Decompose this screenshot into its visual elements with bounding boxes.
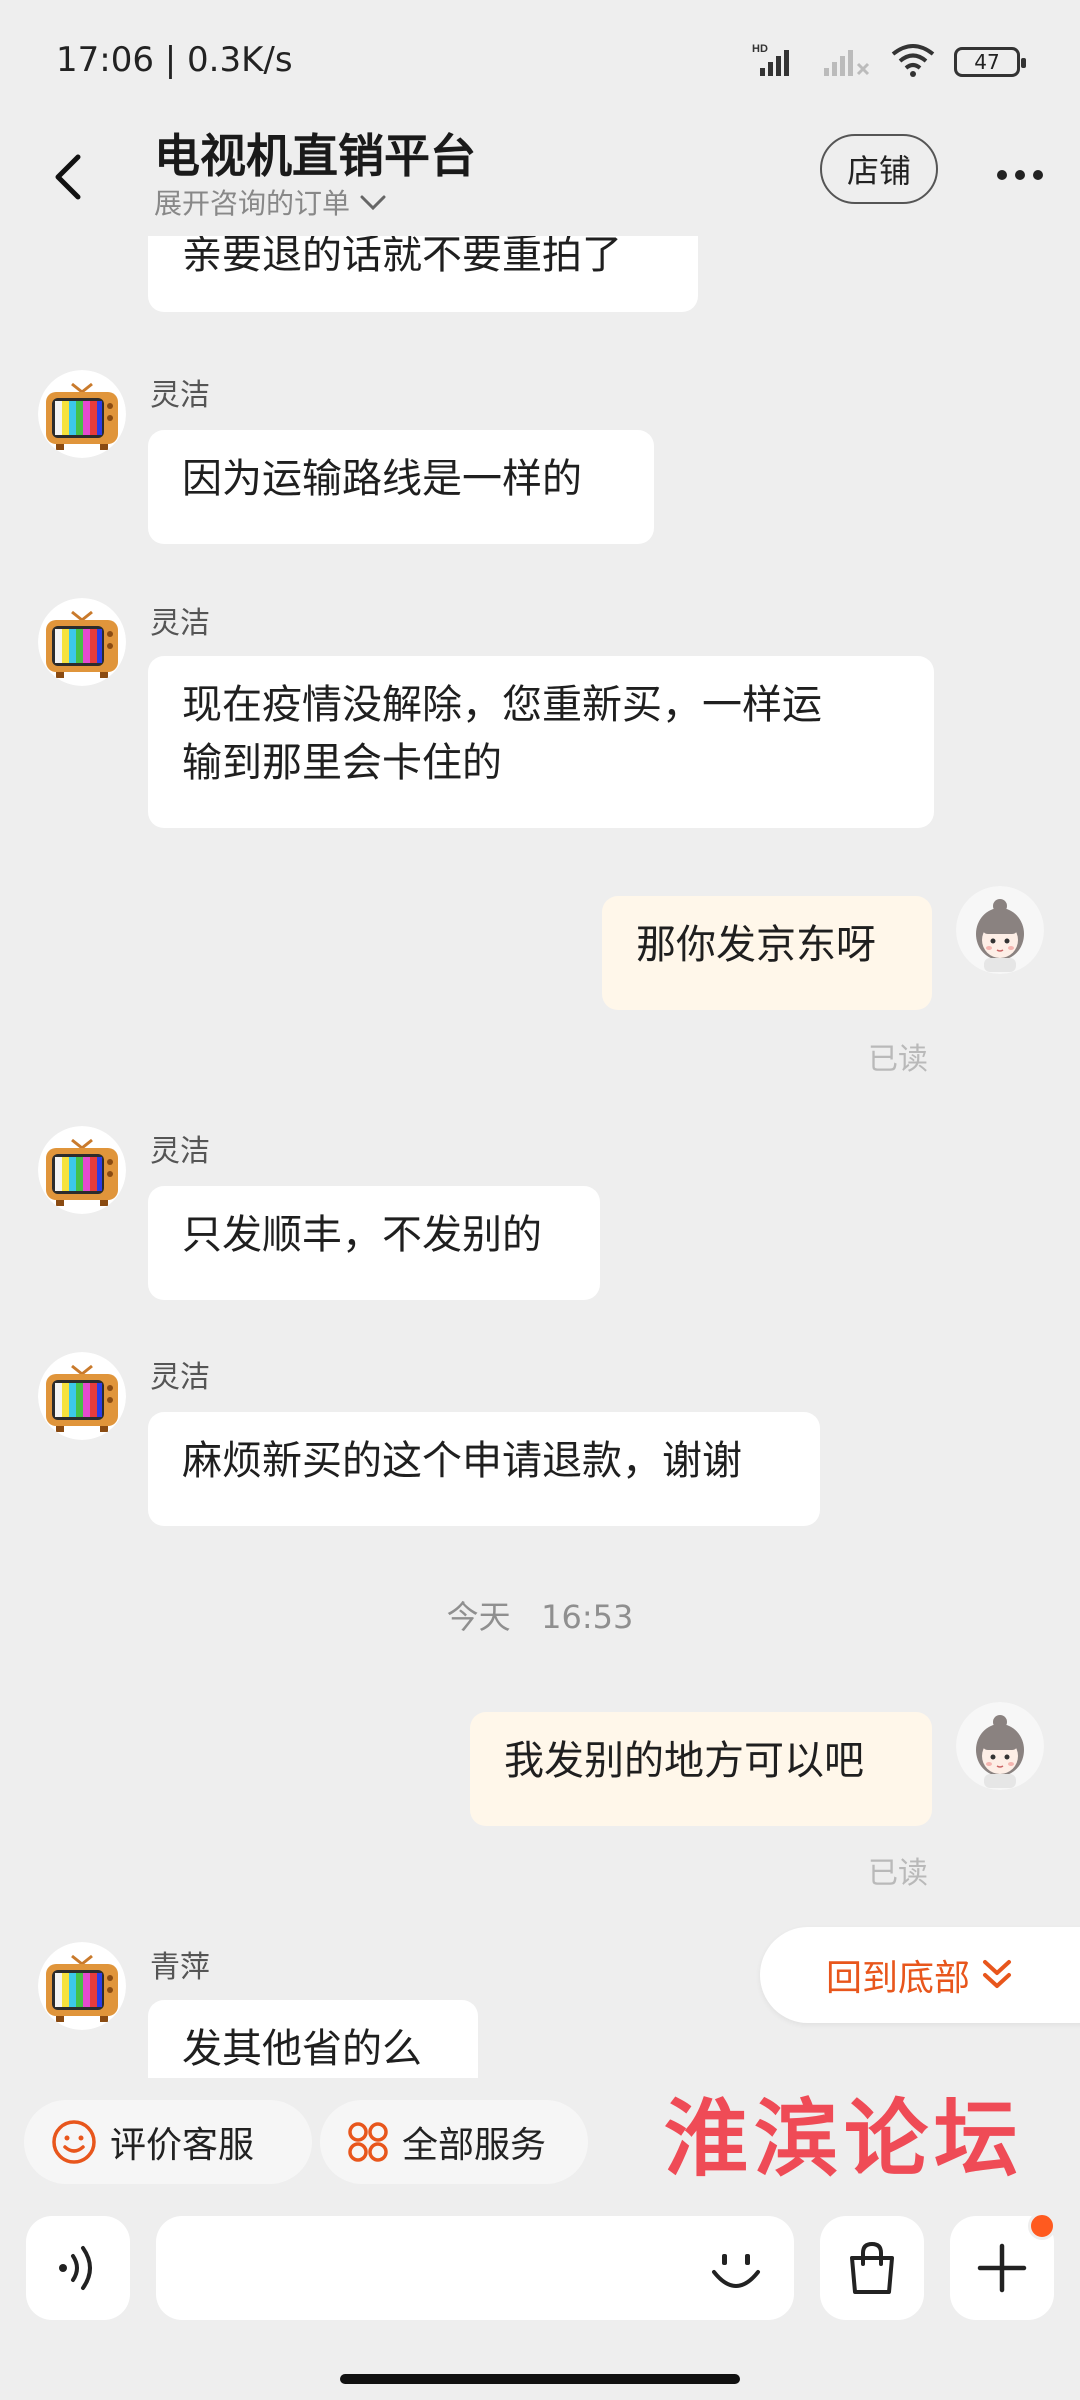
notification-dot: [1028, 2212, 1056, 2240]
wifi-icon: [890, 42, 936, 82]
message-bubble: 亲要退的话就不要重拍了: [148, 236, 698, 312]
watermark: 淮滨论坛: [664, 2089, 1025, 2188]
battery-level: 47: [974, 50, 1000, 74]
read-status: 已读: [868, 1856, 928, 1891]
message-text: 亲要退的话就不要重拍了: [182, 236, 622, 278]
message-text: 那你发京东呀: [636, 922, 876, 968]
message-bubble: 麻烦新买的这个申请退款，谢谢: [148, 1412, 820, 1526]
tv-avatar[interactable]: [38, 370, 126, 458]
store-button-label: 店铺: [846, 152, 911, 190]
expand-orders-toggle[interactable]: 展开咨询的订单: [154, 182, 388, 222]
message-text: 只发顺丰，不发别的: [182, 1212, 542, 1258]
grid-icon: [348, 2122, 388, 2162]
expand-orders-label: 展开咨询的订单: [154, 187, 351, 220]
message-text-line: 现在疫情没解除，您重新买，一样运: [182, 682, 822, 728]
chevron-down-icon: [360, 195, 386, 211]
user-avatar[interactable]: [956, 886, 1044, 974]
read-status: 已读: [868, 1042, 928, 1077]
plus-icon: [977, 2243, 1027, 2293]
store-button[interactable]: 店铺: [820, 134, 938, 204]
message-text: 我发别的地方可以吧: [504, 1738, 864, 1784]
message-bubble: 因为运输路线是一样的: [148, 430, 654, 544]
battery-icon: 47: [954, 47, 1026, 77]
voice-icon: [59, 2246, 92, 2290]
message-bubble: 现在疫情没解除，您重新买，一样运 输到那里会卡住的: [148, 656, 934, 828]
status-bar: 17:06 | 0.3K/s HD 47: [0, 0, 1080, 120]
back-button[interactable]: [40, 142, 96, 212]
tv-avatar[interactable]: [38, 1126, 126, 1214]
message-bubble: 发其他省的么: [148, 2000, 478, 2078]
chat-area[interactable]: 亲要退的话就不要重拍了 灵洁 因为运输路线是一样的 灵洁 现在疫情没解除，您重新…: [0, 236, 1080, 2078]
all-services-label: 全部服务: [402, 2125, 547, 2166]
tv-avatar[interactable]: [38, 1942, 126, 2030]
tv-avatar[interactable]: [38, 598, 126, 686]
more-button[interactable]: [990, 150, 1050, 200]
shopping-bag-icon: [850, 2241, 894, 2294]
sender-name: 灵洁: [150, 1134, 210, 1169]
chat-header: 电视机直销平台 展开咨询的订单 店铺: [0, 120, 1080, 236]
home-indicator[interactable]: [340, 2374, 740, 2384]
shopping-bag-button[interactable]: [820, 2216, 924, 2320]
status-icons: HD 47: [752, 40, 1026, 84]
back-to-bottom-button[interactable]: 回到底部: [760, 1927, 1080, 2023]
emoji-icon: [712, 2254, 760, 2288]
sender-name: 灵洁: [150, 378, 210, 413]
message-bubble: 只发顺丰，不发别的: [148, 1186, 600, 1300]
message-text-line: 输到那里会卡住的: [182, 740, 502, 786]
user-avatar[interactable]: [956, 1702, 1044, 1790]
tv-avatar[interactable]: [38, 1352, 126, 1440]
back-to-bottom-label: 回到底部: [826, 1958, 971, 1999]
time-divider: 今天 16:53: [446, 1598, 634, 1636]
status-time: 17:06 | 0.3K/s: [56, 40, 293, 80]
more-functions-button[interactable]: [950, 2212, 1056, 2320]
smile-icon: [52, 2120, 96, 2164]
all-services-button[interactable]: 全部服务: [320, 2100, 588, 2184]
sender-name: 灵洁: [150, 606, 210, 641]
emoji-button[interactable]: [708, 2242, 764, 2298]
hd-signal-icon: HD: [752, 42, 804, 82]
rate-service-button[interactable]: 评价客服: [24, 2100, 312, 2184]
chevron-left-icon: [55, 154, 81, 200]
svg-text:HD: HD: [752, 43, 768, 55]
message-text: 麻烦新买的这个申请退款，谢谢: [182, 1438, 742, 1484]
signal-icon: [822, 42, 872, 82]
rate-service-label: 评价客服: [110, 2125, 255, 2166]
message-text: 因为运输路线是一样的: [182, 456, 582, 502]
more-dots-icon: [997, 170, 1043, 180]
voice-button[interactable]: [26, 2216, 130, 2320]
my-message-bubble: 那你发京东呀: [602, 896, 932, 1010]
double-chevron-down-icon: [983, 1960, 1012, 1988]
message-text: 发其他省的么: [182, 2026, 422, 2072]
sender-name: 灵洁: [150, 1360, 210, 1395]
my-message-bubble: 我发别的地方可以吧: [470, 1712, 932, 1826]
input-bar: [0, 2200, 1080, 2400]
sender-name: 青萍: [150, 1950, 210, 1985]
message-input[interactable]: [156, 2216, 794, 2320]
page-title: 电视机直销平台: [154, 129, 476, 183]
